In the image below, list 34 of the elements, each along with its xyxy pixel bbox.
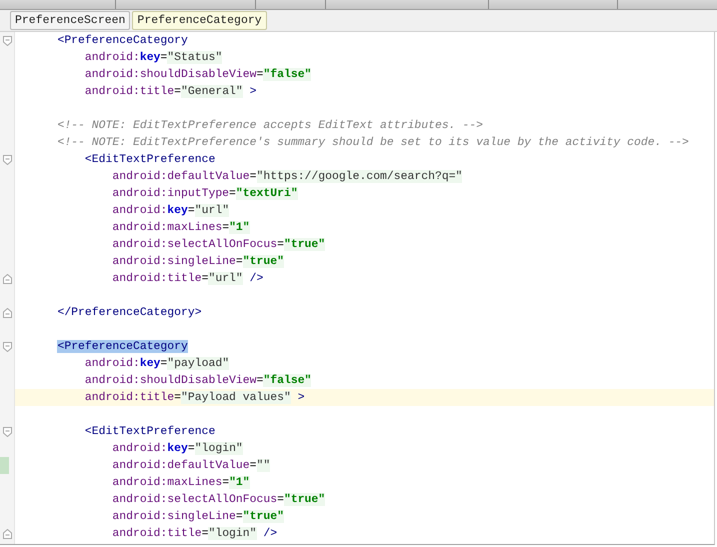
code-line: android:key="login"	[111, 442, 243, 455]
code-line: android:title="url" />	[111, 272, 264, 285]
code-line: android:inputType="textUri"	[111, 187, 298, 200]
code-line: android:title="login" />	[111, 527, 278, 540]
code-line: android:singleLine="true"	[111, 255, 284, 268]
code-line: android:maxLines="1"	[111, 221, 250, 234]
code-line: android:key="Status"	[84, 51, 222, 64]
fold-icon[interactable]	[2, 426, 12, 436]
code-line: </PreferenceCategory>	[56, 306, 202, 319]
fold-icon[interactable]	[2, 528, 12, 538]
code-line: <EditTextPreference	[84, 425, 216, 438]
code-line: android:title="General" >	[84, 85, 257, 98]
code-line: android:defaultValue=""	[111, 459, 270, 472]
fold-icon[interactable]	[2, 274, 12, 284]
code-line: android:key="url"	[111, 204, 230, 217]
code-line: android:key="payload"	[84, 357, 230, 370]
fold-icon[interactable]	[2, 342, 12, 352]
breadcrumb[interactable]: PreferenceCategory	[132, 11, 267, 30]
code-line: android:selectAllOnFocus="true"	[111, 238, 326, 251]
code-line: android:selectAllOnFocus="true"	[111, 493, 326, 506]
code-line: android:singleLine="true"	[111, 510, 284, 523]
code-comment: <!-- NOTE: EditTextPreference's summary should be set to its value by the activity code. -->	[56, 136, 689, 149]
code-line: android:defaultValue="https://google.com/search?q="	[111, 170, 462, 183]
fold-icon[interactable]	[2, 154, 12, 164]
code-line: android:shouldDisableView="false"	[84, 68, 312, 81]
code-line: <EditTextPreference	[84, 153, 216, 166]
code-line: android:shouldDisableView="false"	[84, 374, 312, 387]
code-line: android:title="Payload values" >	[84, 391, 305, 404]
fold-icon[interactable]	[2, 36, 12, 46]
breadcrumb[interactable]: PreferenceScreen	[10, 11, 130, 30]
code-comment: <!-- NOTE: EditTextPreference accepts EditText attributes. -->	[56, 119, 483, 132]
fold-icon[interactable]	[2, 308, 12, 318]
code-line: <PreferenceCategory	[56, 34, 188, 47]
code-line: android:maxLines="1"	[111, 476, 250, 489]
